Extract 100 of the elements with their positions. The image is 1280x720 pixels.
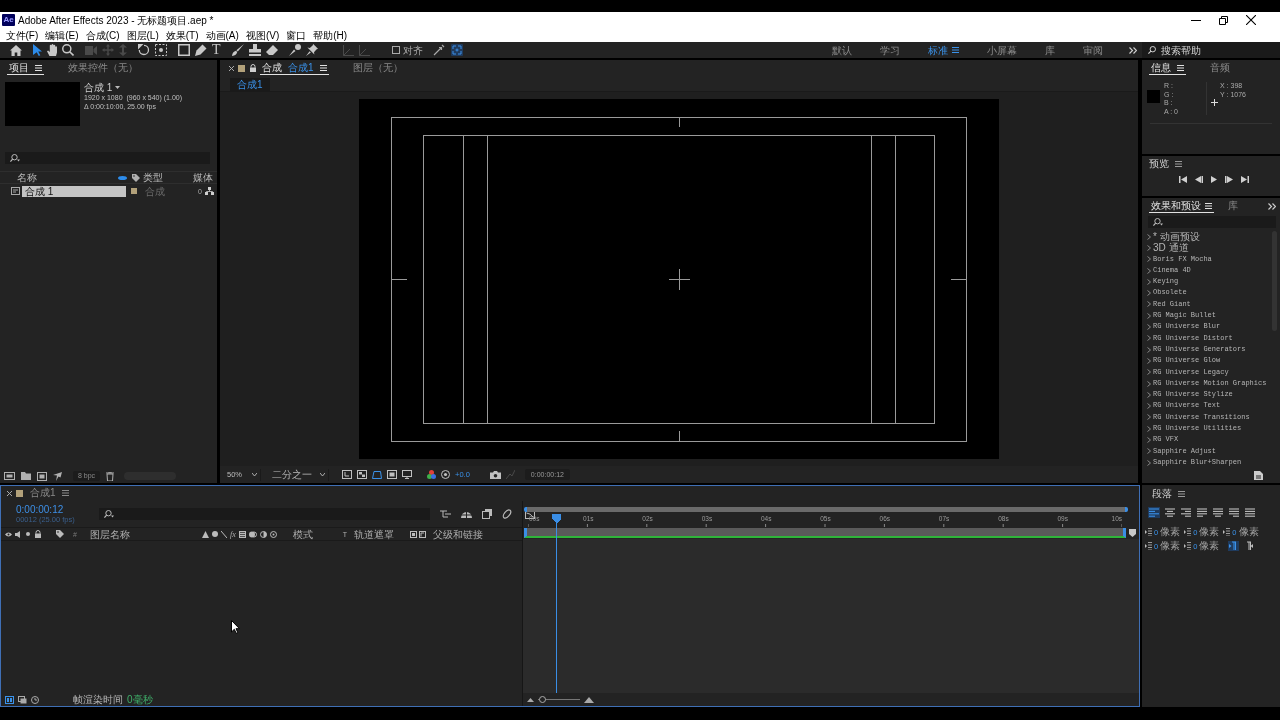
current-time-display[interactable]: 0:00:00:12 [16, 504, 64, 515]
column-header[interactable]: 名称 [17, 172, 103, 183]
ring-dot-icon[interactable] [269, 530, 277, 538]
play-icon[interactable] [1211, 176, 1217, 183]
stamp-icon[interactable] [248, 44, 261, 56]
justify-center-icon[interactable] [1212, 507, 1224, 518]
close-icon[interactable] [229, 65, 234, 71]
step-back-icon[interactable] [1195, 176, 1203, 183]
column-header[interactable]: 父级和链接 [432, 528, 483, 540]
column-header[interactable]: 媒体 [193, 172, 213, 183]
justify-right-icon[interactable] [1228, 507, 1240, 518]
help-search-field[interactable]: 搜索帮助 [1142, 42, 1280, 58]
breadcrumb-tab[interactable]: 合成1 [230, 78, 270, 91]
menu-item[interactable]: 图层(L) [123, 28, 163, 42]
dot-icon[interactable] [26, 532, 30, 536]
dot-icon[interactable] [211, 531, 218, 537]
workspace-tab[interactable]: 库 [1031, 43, 1069, 57]
caret-icon[interactable] [115, 86, 121, 89]
large-triangle-icon[interactable] [584, 696, 594, 703]
effect-folder[interactable]: * 动画预设 [1142, 231, 1272, 243]
minimize-icon[interactable] [1191, 19, 1201, 21]
column-header[interactable]: 轨道遮罩 [353, 528, 394, 540]
checkerboard-icon[interactable] [357, 470, 367, 479]
stacked-squares-icon[interactable] [482, 509, 492, 519]
film-frame-icon[interactable] [4, 472, 15, 480]
panel-tab[interactable]: 合成1 [28, 486, 71, 501]
panel-tab[interactable]: 项目 [7, 61, 44, 75]
eye-icon[interactable] [5, 531, 12, 537]
panel-tab[interactable]: 图层（无） [350, 61, 405, 75]
ring-dot-icon[interactable] [441, 470, 450, 479]
lock-icon[interactable] [35, 530, 41, 538]
menu-icon[interactable] [952, 47, 959, 53]
camera-icon[interactable] [489, 470, 501, 479]
panel-tab[interactable]: 信息 [1149, 61, 1186, 75]
ellipse-icon[interactable] [502, 509, 512, 519]
menu-item[interactable]: 文件(F) [2, 28, 42, 42]
workspace-tab[interactable]: 小屏幕 [973, 43, 1031, 57]
menu-item[interactable]: 窗口 [282, 28, 310, 42]
panel-tab[interactable]: 库 [1226, 199, 1240, 213]
color-dots-icon[interactable] [427, 470, 436, 479]
magnifier-icon[interactable] [62, 44, 74, 56]
checkbox[interactable] [391, 46, 400, 54]
menu-item[interactable]: 合成(C) [82, 28, 123, 42]
justify-all-icon[interactable] [1244, 507, 1256, 518]
arrow-pointer-icon[interactable] [33, 44, 42, 56]
search-field[interactable] [99, 508, 430, 520]
dotted-square-icon[interactable] [155, 44, 167, 56]
close-icon[interactable] [1246, 15, 1256, 25]
menu-icon[interactable] [1175, 161, 1182, 167]
column-header[interactable]: 类型 [143, 172, 193, 183]
framed-square-icon[interactable] [387, 470, 397, 479]
eraser-icon[interactable] [265, 45, 278, 55]
close-icon[interactable] [7, 491, 12, 496]
rotate-icon[interactable] [138, 44, 150, 56]
column-header[interactable]: 模式 [292, 528, 313, 540]
menu-item[interactable]: 动画(A) [202, 28, 243, 42]
menu-item[interactable]: 视图(V) [242, 28, 283, 42]
panel-tab[interactable]: 效果控件（无） [66, 61, 140, 75]
align-right-icon[interactable] [1180, 507, 1192, 518]
small-triangle-icon[interactable] [527, 697, 534, 702]
half-circle-icon[interactable] [259, 530, 267, 538]
brush-circle-icon[interactable] [288, 44, 301, 56]
two-bars-box-icon[interactable] [5, 695, 14, 704]
menu-item[interactable]: 编辑(E) [41, 28, 83, 42]
overlapping-circles-icon[interactable] [248, 530, 257, 538]
justify-left-icon[interactable] [1196, 507, 1208, 518]
left-to-right-icon[interactable] [1228, 541, 1240, 551]
pen-icon[interactable] [195, 44, 207, 56]
type-tool[interactable]: T [212, 43, 221, 57]
clock-icon[interactable] [31, 695, 39, 704]
rectangle-icon[interactable] [178, 44, 190, 56]
dome-icon[interactable] [461, 510, 472, 518]
home-icon[interactable] [10, 44, 22, 56]
menu-item[interactable]: 帮助(H) [309, 28, 351, 42]
tag-icon[interactable] [132, 173, 140, 182]
paper-plane-icon[interactable] [53, 471, 62, 481]
framed-corner-icon[interactable] [418, 530, 426, 538]
backslash-icon[interactable] [220, 530, 227, 538]
effect-folder[interactable]: 3D 通道 [1142, 242, 1272, 254]
project-item[interactable]: 合成 1 [22, 185, 126, 197]
triangle-icon[interactable] [201, 530, 209, 538]
menu-icon[interactable] [1178, 490, 1185, 497]
search-field[interactable] [5, 152, 210, 164]
monitor-icon[interactable] [402, 470, 412, 479]
framed-corner-icon[interactable] [342, 470, 352, 479]
slider-thumb[interactable] [538, 696, 546, 703]
framed-square-icon[interactable] [409, 530, 417, 538]
brush-icon[interactable] [231, 44, 244, 56]
lock-icon[interactable] [250, 64, 256, 72]
menu-item[interactable]: 效果(T) [162, 28, 203, 42]
node-tree-icon[interactable] [204, 187, 214, 195]
diagonal-arrow-icon[interactable] [432, 44, 445, 56]
folder-icon[interactable] [21, 472, 31, 480]
double-chevron-icon[interactable] [1129, 46, 1137, 54]
swatch-icon[interactable] [131, 188, 137, 194]
oval-icon[interactable] [118, 175, 127, 180]
panel-tab[interactable]: 音频 [1208, 61, 1232, 75]
workspace-tab[interactable]: 标准 [914, 43, 973, 57]
workspace-tab[interactable]: 学习 [866, 43, 914, 57]
page-icon[interactable] [1254, 471, 1263, 480]
